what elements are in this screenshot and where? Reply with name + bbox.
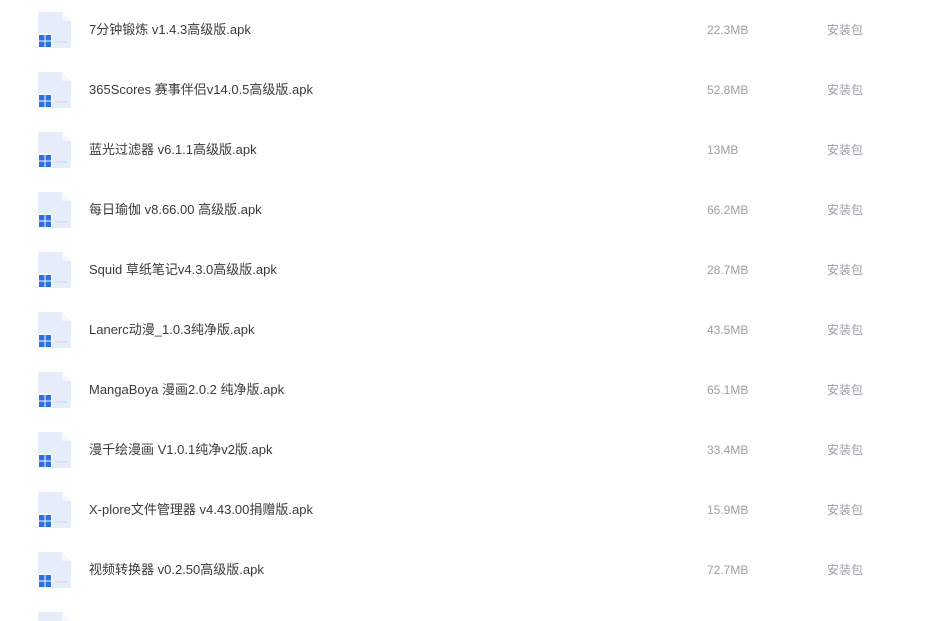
apk-file-icon [34, 551, 72, 589]
file-size: 13MB [707, 143, 739, 157]
file-icon-partial [34, 611, 72, 621]
file-row[interactable]: 7分钟锻炼 v1.4.3高级版.apk 22.3MB 安装包 [0, 0, 929, 60]
file-type: 安装包 [827, 263, 864, 277]
file-size: 15.9MB [707, 503, 749, 517]
file-name[interactable]: Lanerc动漫_1.0.3纯净版.apk [89, 300, 254, 360]
apk-file-icon [34, 71, 72, 109]
file-row[interactable]: 漫千绘漫画 V1.0.1纯净v2版.apk 33.4MB 安装包 [0, 420, 929, 480]
file-type: 安装包 [827, 143, 864, 157]
apk-file-icon [34, 371, 72, 409]
file-row[interactable]: Squid 草纸笔记v4.3.0高级版.apk 28.7MB 安装包 [0, 240, 929, 300]
file-type: 安装包 [827, 443, 864, 457]
file-name[interactable]: 视频转换器 v0.2.50高级版.apk [89, 540, 264, 600]
apk-file-icon [34, 131, 72, 169]
file-size: 43.5MB [707, 323, 749, 337]
file-name[interactable]: X-plore文件管理器 v4.43.00捐赠版.apk [89, 480, 313, 540]
file-type: 安装包 [827, 503, 864, 517]
file-row[interactable]: X-plore文件管理器 v4.43.00捐赠版.apk 15.9MB 安装包 [0, 480, 929, 540]
file-type: 安装包 [827, 383, 864, 397]
file-size: 22.3MB [707, 23, 749, 37]
file-list: 7分钟锻炼 v1.4.3高级版.apk 22.3MB 安装包 365Scores 赛事… [0, 0, 929, 600]
file-size: 72.7MB [707, 563, 749, 577]
apk-file-icon [34, 191, 72, 229]
file-type: 安装包 [827, 563, 864, 577]
apk-file-icon [34, 251, 72, 289]
file-type: 安装包 [827, 23, 864, 37]
file-name[interactable]: MangaBoya 漫画2.0.2 纯净版.apk [89, 360, 284, 420]
file-name[interactable]: 漫千绘漫画 V1.0.1纯净v2版.apk [89, 420, 273, 480]
file-row[interactable]: 视频转换器 v0.2.50高级版.apk 72.7MB 安装包 [0, 540, 929, 600]
apk-file-icon [38, 612, 71, 621]
file-type: 安装包 [827, 83, 864, 97]
file-name[interactable]: 7分钟锻炼 v1.4.3高级版.apk [89, 0, 251, 60]
file-name[interactable]: 每日瑜伽 v8.66.00 高级版.apk [89, 180, 262, 240]
apk-file-icon [34, 431, 72, 469]
file-name[interactable]: 蓝光过滤器 v6.1.1高级版.apk [89, 120, 257, 180]
file-size: 33.4MB [707, 443, 749, 457]
file-row[interactable]: Lanerc动漫_1.0.3纯净版.apk 43.5MB 安装包 [0, 300, 929, 360]
apk-file-icon [34, 491, 72, 529]
apk-file-icon [34, 11, 72, 49]
file-size: 65.1MB [707, 383, 749, 397]
file-name[interactable]: Squid 草纸笔记v4.3.0高级版.apk [89, 240, 277, 300]
file-row[interactable]: 每日瑜伽 v8.66.00 高级版.apk 66.2MB 安装包 [0, 180, 929, 240]
apk-file-icon [34, 311, 72, 349]
file-row[interactable]: 365Scores 赛事伴侣v14.0.5高级版.apk 52.8MB 安装包 [0, 60, 929, 120]
file-type: 安装包 [827, 323, 864, 337]
file-size: 66.2MB [707, 203, 749, 217]
file-name[interactable]: 365Scores 赛事伴侣v14.0.5高级版.apk [89, 60, 313, 120]
file-row[interactable]: 蓝光过滤器 v6.1.1高级版.apk 13MB 安装包 [0, 120, 929, 180]
file-size: 28.7MB [707, 263, 749, 277]
file-size: 52.8MB [707, 83, 749, 97]
file-row[interactable]: MangaBoya 漫画2.0.2 纯净版.apk 65.1MB 安装包 [0, 360, 929, 420]
file-type: 安装包 [827, 203, 864, 217]
